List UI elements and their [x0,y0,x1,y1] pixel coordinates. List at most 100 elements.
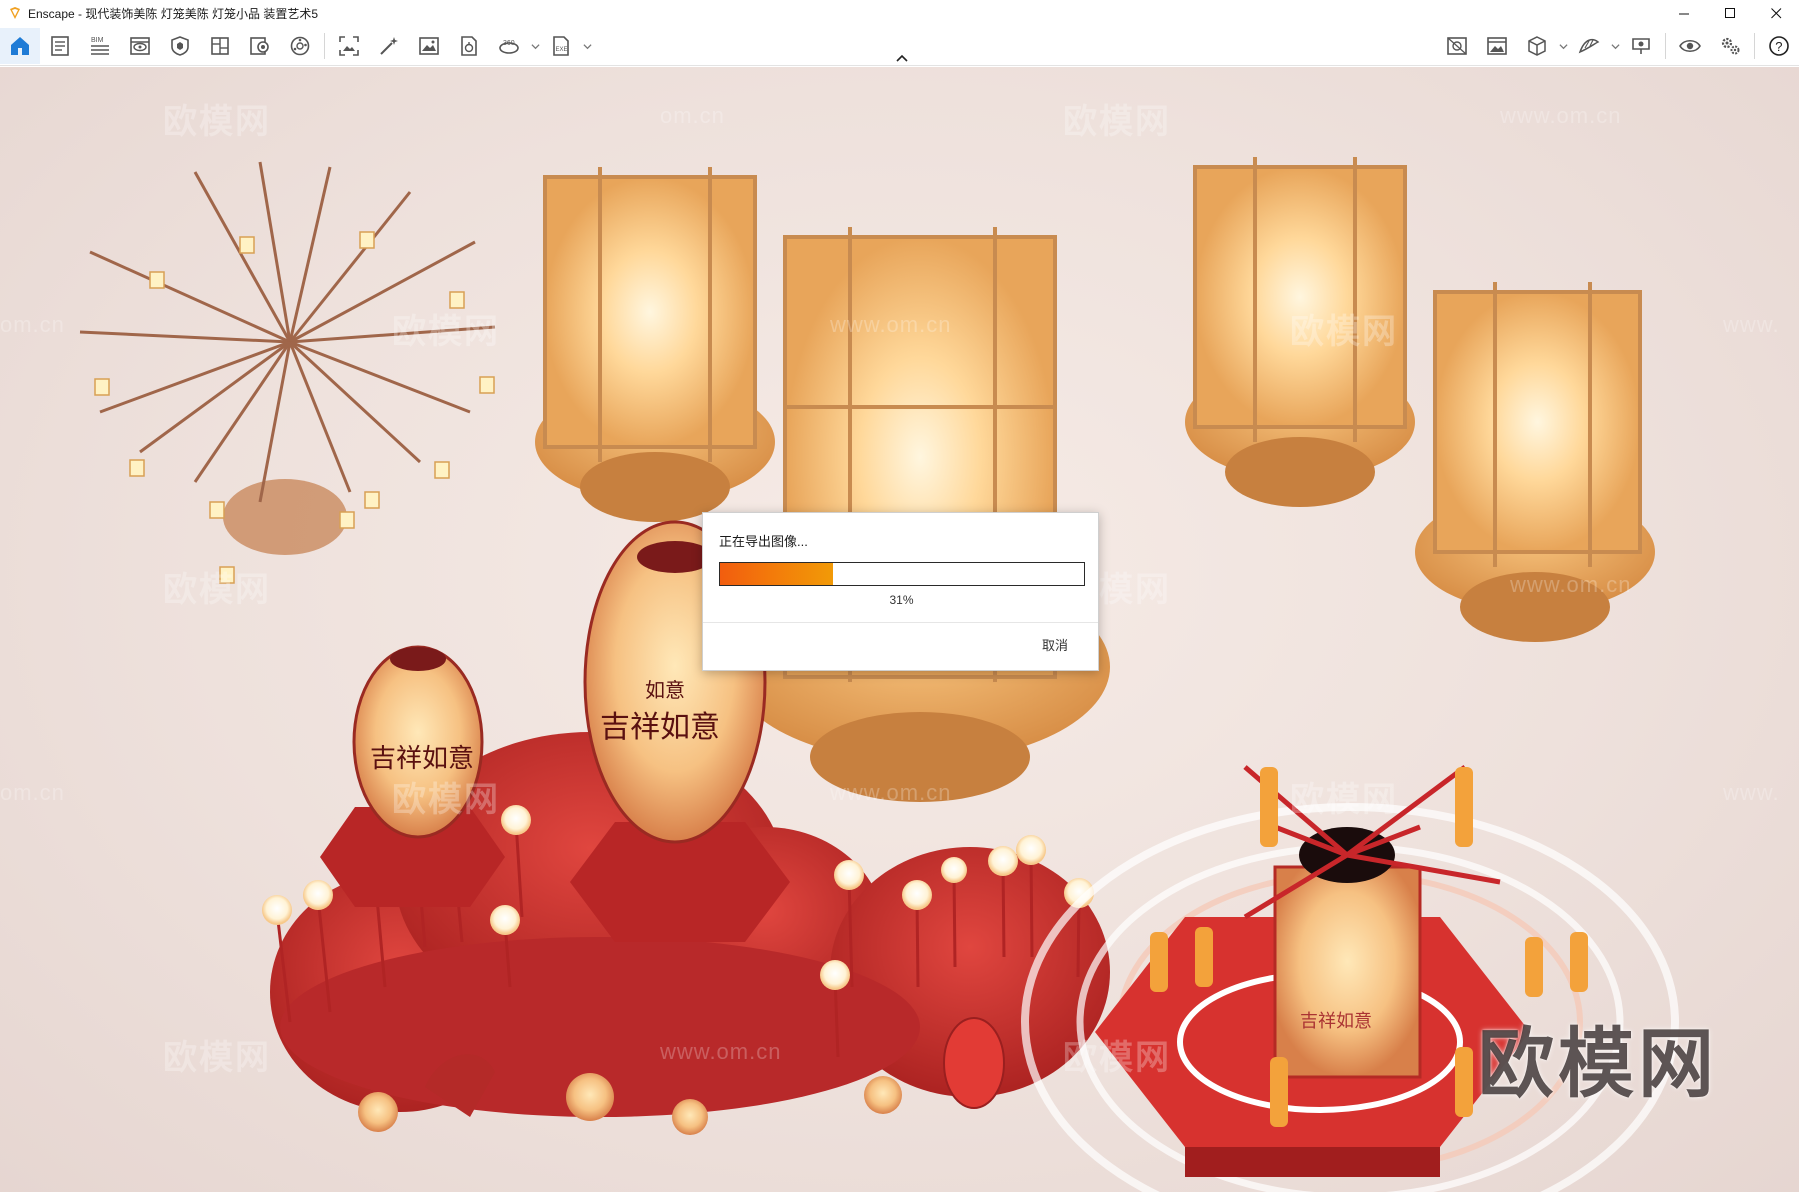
atmosphere-button[interactable] [280,28,320,64]
material-editor-icon [208,34,232,58]
lantern-text: 吉祥如意 [1300,1011,1372,1032]
screenshot-button[interactable] [329,28,369,64]
watermark-url: www.om.cn [830,312,952,337]
watermark-brand: 欧模网 [1063,103,1171,141]
image-export-icon [417,34,441,58]
mesh-dropdown-button[interactable] [1609,28,1621,64]
watermark-url: www. [1723,780,1780,805]
chevron-down-icon [530,42,540,51]
minimize-button[interactable] [1661,0,1707,26]
watermark-url: www.om.cn [1510,572,1632,597]
chevron-down-icon [1610,42,1620,51]
mesh-icon [1577,34,1601,58]
home-icon [8,34,32,58]
toolbar-collapse-chevron-icon[interactable] [893,52,911,64]
panorama-360-icon: 360 [497,34,521,58]
watermark-brand: 欧模网 [163,1039,271,1077]
gallery-button[interactable] [1477,28,1517,64]
vr-icon [1445,34,1469,58]
watermark-brand-large: 欧模网 [1478,1022,1718,1107]
eye-button[interactable] [1670,28,1710,64]
watermark-brand: 欧模网 [163,103,271,141]
exe-icon-label: EXE [556,47,568,53]
magic-wand-icon [377,34,401,58]
progress-bar [719,562,1085,586]
views-icon [248,34,272,58]
vr-button[interactable] [1437,28,1477,64]
fan-sculpture [79,161,496,584]
help-icon: ? [1767,34,1791,58]
help-button[interactable]: ? [1759,28,1799,64]
views-button[interactable] [240,28,280,64]
panorama-dropdown-button[interactable] [529,28,541,64]
cancel-button[interactable]: 取消 [1042,635,1068,654]
gallery-icon [1485,34,1509,58]
bim-button[interactable]: BIM [80,28,120,64]
exe-export-button[interactable]: EXE [541,28,581,64]
screenshot-icon [337,34,361,58]
cube-dropdown-button[interactable] [1557,28,1569,64]
help-icon-label: ? [1775,39,1782,54]
material-editor-button[interactable] [200,28,240,64]
watermark-url: om.cn [0,312,65,337]
watermark-brand: 欧模网 [163,571,271,609]
watermark-url: www.om.cn [830,780,952,805]
toolbar-separator [324,33,325,59]
chevron-down-icon [582,42,592,51]
cube-icon [1525,34,1549,58]
window-title: Enscape - 现代装饰美陈 灯笼美陈 灯笼小品 装置艺术5 [28,6,319,21]
watermark-brand: 欧模网 [392,781,500,819]
bim-icon-label: BIM [91,37,104,44]
dialog-divider [703,622,1098,623]
batch-export-icon [457,34,481,58]
bim-icon: BIM [88,34,112,58]
watermark-brand: 欧模网 [1290,781,1398,819]
watermark-url: www.om.cn [660,1039,782,1064]
watermark-url: www. [1723,312,1780,337]
watermark-brand: 欧模网 [1063,1039,1171,1077]
home-button[interactable] [0,28,40,64]
toolbar-separator [1754,33,1755,59]
atmosphere-icon [288,34,312,58]
panorama-360-button[interactable]: 360 [489,28,529,64]
cube-button[interactable] [1517,28,1557,64]
magic-wand-button[interactable] [369,28,409,64]
batch-export-button[interactable] [449,28,489,64]
asset-library-button[interactable] [160,28,200,64]
lantern-text: 吉祥如意 [370,744,474,774]
export-progress-dialog: 正在导出图像... 31% 取消 [702,512,1099,671]
presentation-button[interactable] [1621,28,1661,64]
mesh-button[interactable] [1569,28,1609,64]
document-icon [48,34,72,58]
dialog-title: 正在导出图像... [719,534,808,549]
asset-library-icon [168,34,192,58]
panorama-360-label: 360 [503,40,515,47]
watermark-brand: 欧模网 [392,313,500,351]
progress-percent-label: 31% [889,593,914,607]
eye-icon [1678,34,1702,58]
document-button[interactable] [40,28,80,64]
watermark-url: www.om.cn [1500,103,1622,128]
toolbar-separator [1665,33,1666,59]
exe-dropdown-button[interactable] [581,28,593,64]
watermark-url: om.cn [660,103,725,128]
maximize-button[interactable] [1707,0,1753,26]
visual-settings-icon [128,34,152,58]
image-export-button[interactable] [409,28,449,64]
presentation-icon [1629,34,1653,58]
watermark-brand: 欧模网 [1290,313,1398,351]
wood-lantern-1 [535,167,775,522]
lantern-text: 吉祥如意 [600,710,720,745]
hex-stage: 吉祥如意 [1095,764,1588,1177]
settings-icon [1718,34,1742,58]
title-bar: Enscape - 现代装饰美陈 灯笼美陈 灯笼小品 装置艺术5 [0,0,1799,26]
close-button[interactable] [1753,0,1799,26]
settings-button[interactable] [1710,28,1750,64]
lantern-text: 如意 [645,678,685,702]
chevron-down-icon [1558,42,1568,51]
progress-bar-fill [720,563,833,585]
enscape-logo-icon [8,6,22,20]
exe-export-icon: EXE [549,34,573,58]
watermark-url: om.cn [0,780,65,805]
visual-settings-button[interactable] [120,28,160,64]
